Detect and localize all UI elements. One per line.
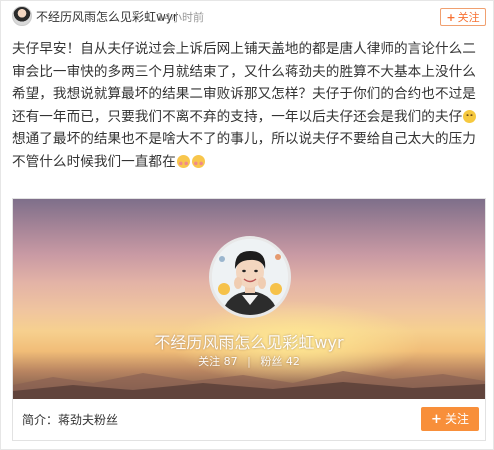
- followers-count[interactable]: 42: [286, 355, 300, 368]
- card-intro: 简介：蒋劲夫粉丝: [22, 413, 119, 427]
- card-footer: 简介：蒋劲夫粉丝 + 关注: [13, 399, 485, 440]
- card-follow-label: 关注: [444, 412, 469, 426]
- card-stats: 关注 87 | 粉丝 42: [13, 353, 485, 369]
- post-text-part1: 夫仔早安！自从夫仔说过会上诉后网上铺天盖地的都是唐人律师的言论什么二审会比一审快…: [12, 41, 476, 125]
- blush-emoji-icon: [191, 154, 205, 168]
- card-cover-image: 不经历风雨怎么见彩虹wyr 关注 87 | 粉丝 42: [13, 199, 485, 399]
- post-text: 夫仔早安！自从夫仔说过会上诉后网上铺天盖地的都是唐人律师的言论什么二审会比一审快…: [12, 38, 484, 174]
- card-follow-button[interactable]: + 关注: [421, 407, 479, 431]
- followers-label: 粉丝: [260, 355, 283, 368]
- card-username[interactable]: 不经历风雨怎么见彩虹wyr: [13, 329, 485, 353]
- plus-icon: +: [446, 11, 456, 24]
- follow-button-label: 关注: [457, 11, 480, 24]
- post-timestamp[interactable]: 14小时前: [157, 9, 204, 25]
- post-header: 不经历风雨怎么见彩虹wyr 14小时前 + 关注: [1, 1, 494, 31]
- following-label: 关注: [198, 355, 221, 368]
- user-avatar[interactable]: [12, 6, 32, 26]
- avatar-portrait-icon: [212, 239, 288, 315]
- stats-divider: |: [247, 355, 251, 368]
- smile-emoji-icon: [463, 109, 477, 123]
- follow-button[interactable]: + 关注: [440, 8, 486, 26]
- following-count[interactable]: 87: [224, 355, 238, 368]
- card-avatar[interactable]: [209, 236, 291, 318]
- weibo-post: 不经历风雨怎么见彩虹wyr 14小时前 + 关注 夫仔早安！自从夫仔说过会上诉后网…: [0, 0, 494, 450]
- blush-emoji-icon: [176, 154, 190, 168]
- profile-card[interactable]: 不经历风雨怎么见彩虹wyr 关注 87 | 粉丝 42 简介：蒋劲夫粉丝 + 关注: [12, 198, 486, 441]
- post-text-part2: 想通了最坏的结果也不是啥大不了的事儿，所以说夫仔不要给自己太大的压力不管什么时候…: [12, 131, 476, 170]
- plus-icon: +: [431, 412, 442, 427]
